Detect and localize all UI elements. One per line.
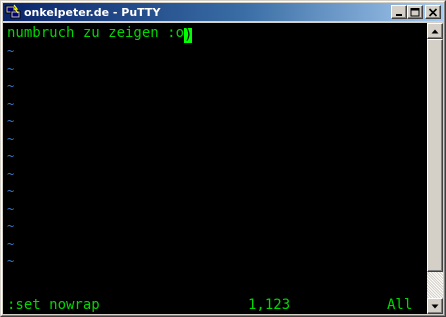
empty-line-tilde: ~ <box>7 61 15 76</box>
empty-line-tilde: ~ <box>7 96 15 111</box>
status-scroll-indicator: All <box>387 297 413 313</box>
title-bar[interactable]: onkelpeter.de - PuTTY <box>3 3 443 21</box>
status-cursor-position: 1,123 <box>248 297 291 313</box>
maximize-button[interactable] <box>407 5 423 19</box>
empty-line-tilde: ~ <box>7 201 15 216</box>
empty-line-tilde: ~ <box>7 166 15 181</box>
scroll-up-arrow-icon <box>431 29 439 33</box>
maximize-icon <box>410 7 420 16</box>
empty-line-tilde: ~ <box>7 131 15 146</box>
empty-line-tilde: ~ <box>7 184 15 198</box>
scroll-down-button[interactable] <box>427 298 443 314</box>
scrollbar-thumb[interactable] <box>427 39 443 272</box>
putty-window: onkelpeter.de - PuTTY numbruch zu zeigen… <box>0 0 446 317</box>
terminal-line-content: numbruch zu zeigen :o <box>7 25 185 41</box>
empty-line-tilde: ~ <box>7 254 15 268</box>
close-button[interactable] <box>425 5 441 19</box>
minimize-button[interactable] <box>391 5 407 19</box>
empty-line-tilde: ~ <box>7 149 15 163</box>
scroll-down-arrow-icon <box>431 304 439 308</box>
status-command: :set nowrap <box>7 297 100 313</box>
minimize-icon <box>396 13 402 16</box>
window-controls <box>391 5 441 19</box>
scroll-up-button[interactable] <box>427 23 443 39</box>
vertical-scrollbar[interactable] <box>427 23 443 314</box>
empty-line-tilde: ~ <box>7 236 15 251</box>
empty-line-tilde: ~ <box>7 44 15 58</box>
empty-line-tilde: ~ <box>7 114 15 128</box>
empty-line-tilde: ~ <box>7 219 15 233</box>
putty-terminal-icon[interactable] <box>5 4 21 20</box>
window-title: onkelpeter.de - PuTTY <box>24 5 161 19</box>
terminal-text-line: numbruch zu zeigen :o) <box>7 25 193 43</box>
text-cursor: ) <box>184 27 193 43</box>
terminal-area[interactable]: numbruch zu zeigen :o) ~ ~ ~ ~ ~ ~ ~ ~ ~ ~ ~ ~ ~ :se… <box>3 23 427 314</box>
empty-line-tilde: ~ <box>7 79 15 93</box>
close-icon <box>428 7 438 17</box>
